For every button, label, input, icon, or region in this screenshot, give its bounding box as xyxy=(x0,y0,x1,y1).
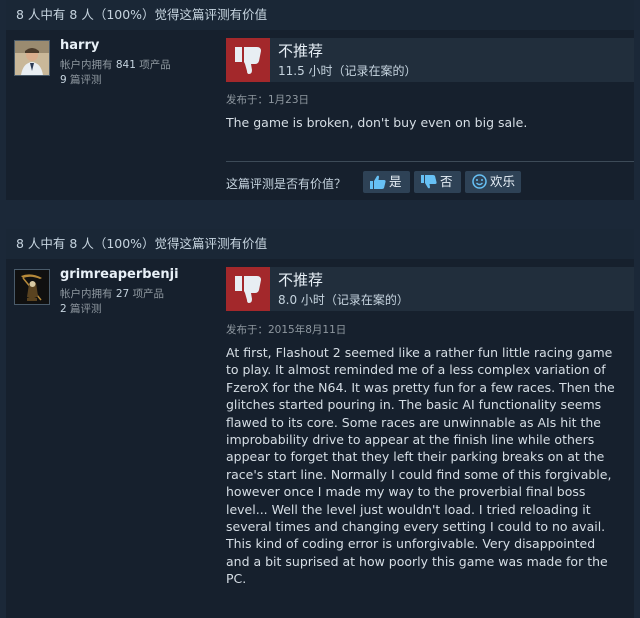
username[interactable]: grimreaperbenji xyxy=(60,267,179,282)
person-avatar-icon xyxy=(15,41,49,75)
recommendation-header[interactable]: 不推荐 8.0 小时（记录在案的） xyxy=(226,267,634,311)
review-text: At first, Flashout 2 seemed like a rathe… xyxy=(226,345,615,587)
verdict-label: 不推荐 xyxy=(278,271,324,289)
helpful-question: 这篇评测是否有价值？ xyxy=(226,177,347,191)
avatar[interactable] xyxy=(14,40,50,76)
avatar[interactable] xyxy=(14,269,50,305)
vote-funny-button[interactable]: 欢乐 xyxy=(465,171,521,193)
thumbs-up-icon xyxy=(370,175,386,189)
posted-date: 发布于：1月23日 xyxy=(226,94,310,106)
grim-reaper-avatar-icon xyxy=(15,270,49,304)
review-card: 8 人中有 8 人（100%）觉得这篇评测有价值 grimreaperbenji… xyxy=(6,229,634,618)
hours-played: 11.5 小时（记录在案的） xyxy=(278,64,417,78)
divider xyxy=(226,161,634,162)
thumbs-down-icon xyxy=(226,267,270,311)
hours-played: 8.0 小时（记录在案的） xyxy=(278,293,409,307)
smiley-icon xyxy=(472,174,487,189)
vote-yes-button[interactable]: 是 xyxy=(363,171,410,193)
vote-no-button[interactable]: 否 xyxy=(414,171,461,193)
review-text: The game is broken, don't buy even on bi… xyxy=(226,115,528,130)
products-owned[interactable]: 帐户内拥有 27 项产品 xyxy=(60,286,164,301)
review-count[interactable]: 9 篇评测 xyxy=(60,72,102,87)
review-card: 8 人中有 8 人（100%）觉得这篇评测有价值 harry 帐户内拥有 841… xyxy=(6,0,634,200)
products-owned[interactable]: 帐户内拥有 841 项产品 xyxy=(60,57,171,72)
recommendation-header[interactable]: 不推荐 11.5 小时（记录在案的） xyxy=(226,38,634,82)
review-count[interactable]: 2 篇评测 xyxy=(60,301,102,316)
verdict-label: 不推荐 xyxy=(278,42,324,60)
thumbs-down-icon xyxy=(421,175,437,189)
helpful-summary: 8 人中有 8 人（100%）觉得这篇评测有价值 xyxy=(6,229,634,259)
helpful-summary: 8 人中有 8 人（100%）觉得这篇评测有价值 xyxy=(6,0,634,30)
thumbs-down-icon xyxy=(226,38,270,82)
posted-date: 发布于：2015年8月11日 xyxy=(226,324,347,336)
username[interactable]: harry xyxy=(60,38,99,53)
